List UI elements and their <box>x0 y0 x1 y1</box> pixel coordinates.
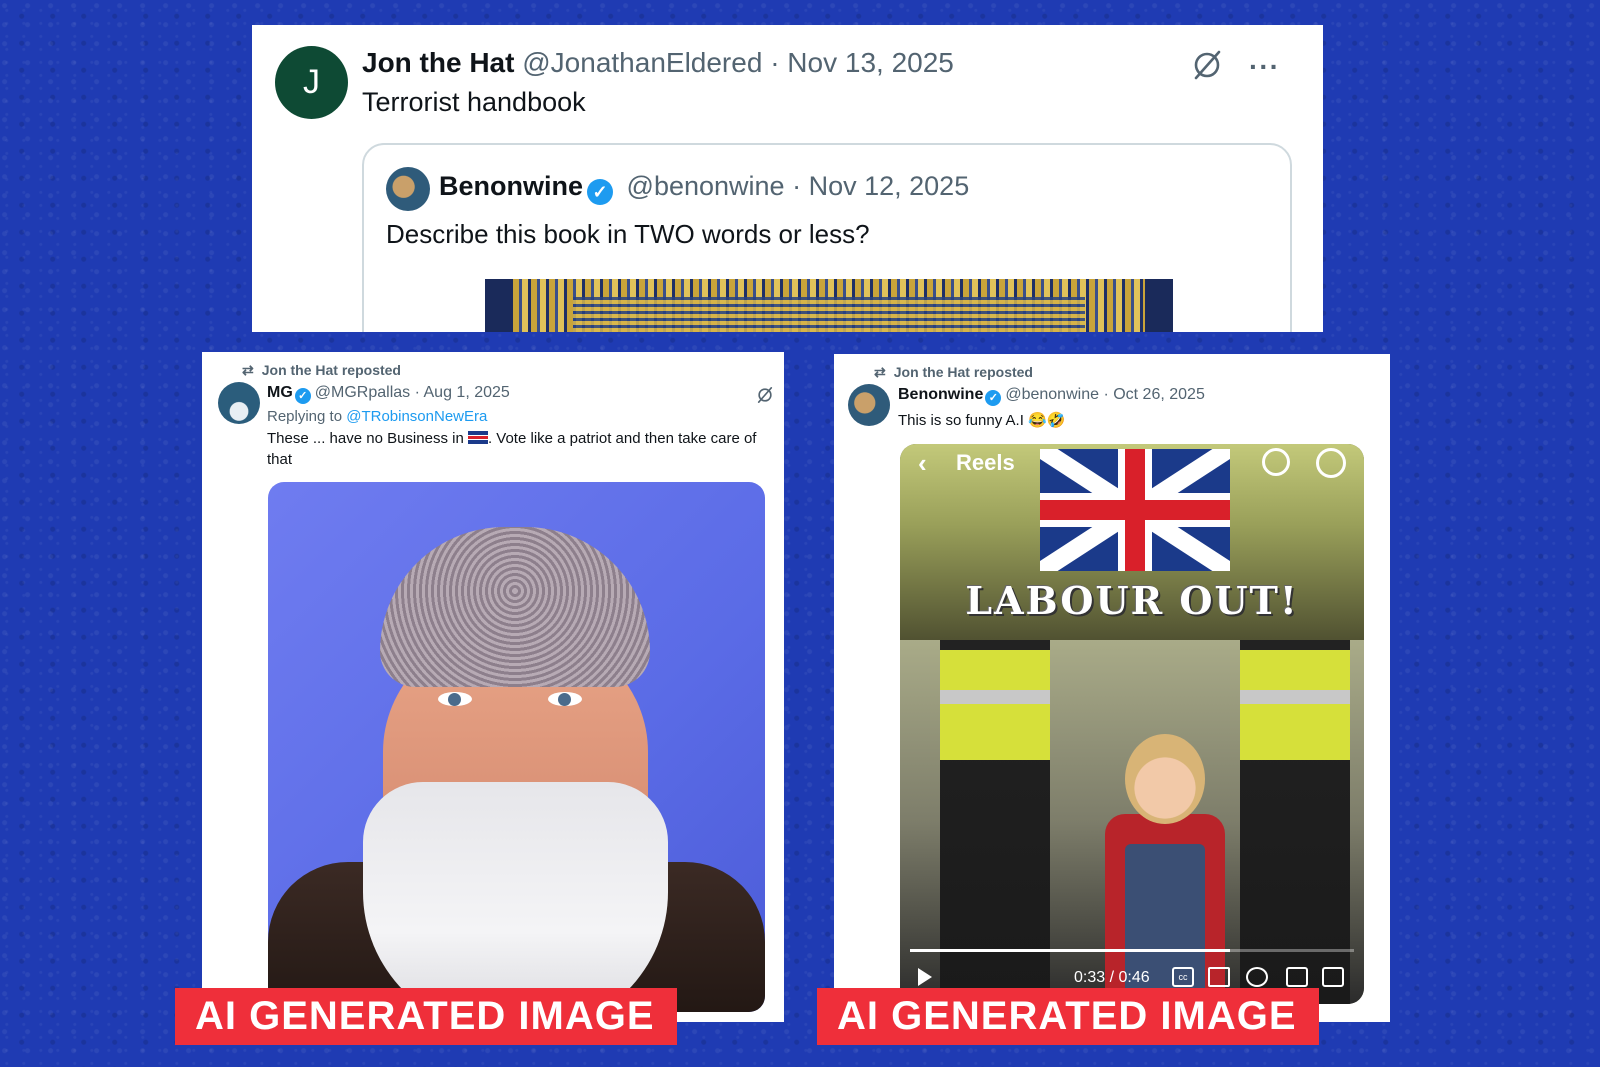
separator: · <box>1103 386 1109 403</box>
author-handle[interactable]: @benonwine <box>1005 386 1099 403</box>
reels-title[interactable]: Reels <box>956 450 1015 476</box>
video-caption: LABOUR OUT! <box>965 578 1299 623</box>
top-post-card[interactable]: J Jon the Hat @JonathanEldered · Nov 13,… <box>252 25 1323 332</box>
profile-icon[interactable] <box>1316 448 1346 478</box>
eye-shape <box>438 692 472 706</box>
ai-generated-label: AI GENERATED IMAGE <box>175 988 677 1045</box>
post-header: MG ✓ @MGRpallas · Aug 1, 2025 <box>267 384 510 404</box>
separator: · <box>414 384 420 401</box>
reply-prefix: Replying to <box>267 408 347 425</box>
author-name[interactable]: Benonwine <box>898 386 983 403</box>
video-time: 0:33 / 0:46 <box>1074 969 1150 986</box>
repost-indicator: ⇄ Jon the Hat reposted <box>242 362 401 379</box>
quoted-post[interactable]: Benonwine ✓ @benonwine · Nov 12, 2025 Des… <box>362 143 1292 332</box>
play-icon[interactable] <box>918 968 932 986</box>
beard-shape <box>363 782 668 1012</box>
search-icon[interactable] <box>1262 448 1290 476</box>
verified-badge-icon: ✓ <box>294 388 311 404</box>
repost-indicator: ⇄ Jon the Hat reposted <box>874 364 1033 381</box>
kufi-cap-shape <box>380 527 650 687</box>
author-handle[interactable]: @MGRpallas <box>315 384 410 401</box>
post-date[interactable]: Aug 1, 2025 <box>424 384 510 401</box>
child-figure <box>1105 734 1225 994</box>
reply-context: Replying to @TRobinsonNewEra <box>267 406 487 427</box>
author-name[interactable]: Jon the Hat <box>362 47 514 78</box>
settings-icon[interactable] <box>1246 967 1268 987</box>
verified-badge-icon: ✓ <box>985 390 1002 406</box>
volume-icon[interactable] <box>1208 967 1230 987</box>
separator: · <box>792 171 802 201</box>
right-post-card[interactable]: ⇄ Jon the Hat reposted Benonwine ✓ @benonwi… <box>834 354 1390 1022</box>
verified-badge-icon: ✓ <box>587 179 614 205</box>
video-progress-fill <box>910 949 1230 952</box>
author-handle[interactable]: @benonwine <box>627 171 785 201</box>
post-header: Benonwine ✓ @benonwine · Oct 26, 2025 <box>898 386 1205 406</box>
author-name[interactable]: MG <box>267 384 293 401</box>
repost-label: Jon the Hat reposted <box>261 362 401 378</box>
post-text: Terrorist handbook <box>362 87 586 117</box>
post-date[interactable]: Nov 12, 2025 <box>809 171 970 201</box>
left-post-card[interactable]: ⇄ Jon the Hat reposted MG ✓ @MGRpallas · Au… <box>202 352 784 1022</box>
more-icon[interactable]: ··· <box>1249 51 1280 83</box>
quoted-post-header: Benonwine ✓ @benonwine · Nov 12, 2025 <box>439 171 969 205</box>
post-text: This is so funny A.I 😂🤣 <box>898 412 1066 429</box>
cc-icon[interactable]: cc <box>1172 967 1194 987</box>
avatar[interactable] <box>848 384 890 426</box>
avatar[interactable] <box>386 167 430 211</box>
quoted-post-text: Describe this book in TWO words or less? <box>386 219 870 249</box>
author-name[interactable]: Benonwine <box>439 171 583 201</box>
grok-icon[interactable] <box>1191 49 1223 81</box>
book-ornament <box>573 297 1085 332</box>
back-icon[interactable]: ‹ <box>918 448 927 479</box>
post-text-part1: These ... have no Business in <box>267 430 468 447</box>
avatar[interactable] <box>218 382 260 424</box>
post-text: These ... have no Business in . Vote lik… <box>267 428 777 470</box>
video-player[interactable]: LABOUR OUT! ‹ Reels 0:33 / 0:46 cc <box>900 444 1364 1004</box>
repost-icon: ⇄ <box>242 362 254 378</box>
reply-handle-link[interactable]: @TRobinsonNewEra <box>346 408 487 425</box>
avatar-letter: J <box>303 63 320 101</box>
grok-icon[interactable] <box>756 386 774 404</box>
book-cover-image[interactable] <box>485 279 1173 332</box>
post-header: Jon the Hat @JonathanEldered · Nov 13, 2… <box>362 47 954 79</box>
ai-generated-label: AI GENERATED IMAGE <box>817 988 1319 1045</box>
post-image[interactable] <box>268 482 765 1012</box>
reels-header: ‹ Reels <box>914 448 1350 484</box>
pip-icon[interactable] <box>1286 967 1308 987</box>
repost-icon: ⇄ <box>874 364 886 380</box>
avatar[interactable]: J <box>275 46 348 119</box>
fullscreen-icon[interactable] <box>1322 967 1344 987</box>
uk-flag-icon <box>467 431 488 444</box>
author-handle[interactable]: @JonathanEldered <box>522 47 762 78</box>
eye-shape <box>548 692 582 706</box>
video-progress-bar[interactable] <box>910 949 1354 952</box>
separator: · <box>770 47 780 78</box>
post-date[interactable]: Oct 26, 2025 <box>1113 386 1205 403</box>
repost-label: Jon the Hat reposted <box>893 364 1033 380</box>
post-date[interactable]: Nov 13, 2025 <box>787 47 954 78</box>
